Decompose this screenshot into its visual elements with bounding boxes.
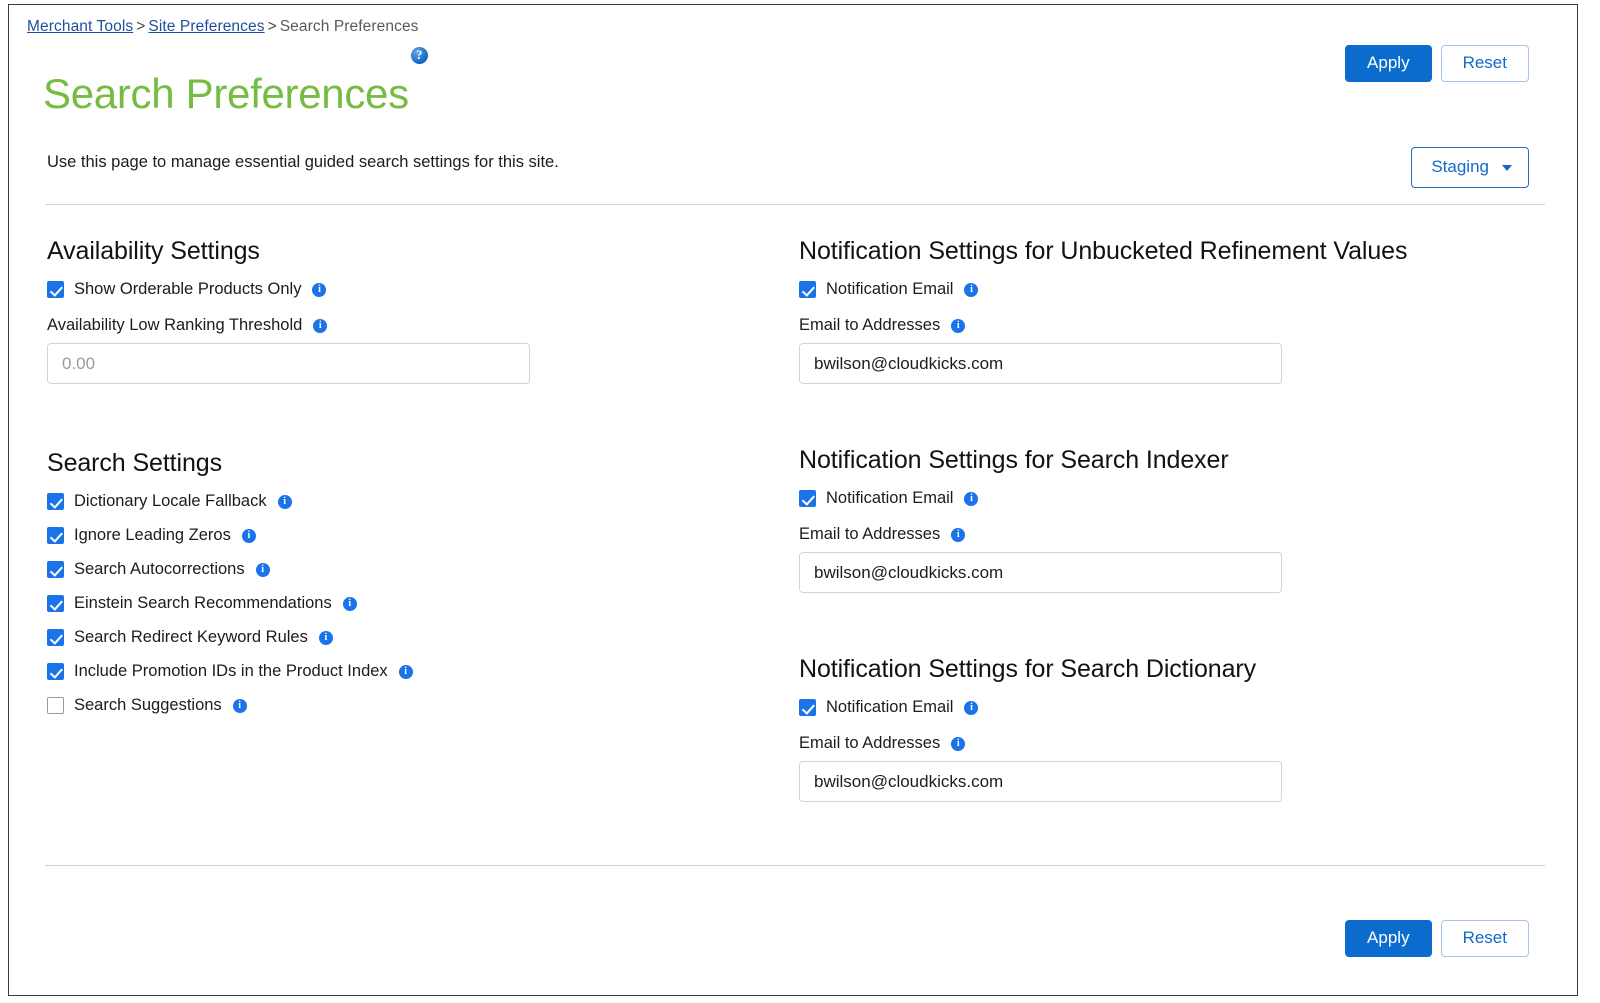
notification-email-dictionary-checkbox[interactable] <box>799 699 816 716</box>
email-addresses-indexer-label-row: Email to Addresses i <box>799 525 1519 544</box>
dictionary-locale-fallback-row[interactable]: Dictionary Locale Fallback i <box>47 491 747 512</box>
info-icon[interactable]: i <box>964 282 979 297</box>
right-column: Notification Settings for Unbucketed Ref… <box>799 237 1519 802</box>
notification-email-dictionary-label: Notification Email <box>826 698 954 716</box>
notification-dictionary-section: Notification Settings for Search Diction… <box>799 655 1519 802</box>
notification-indexer-title: Notification Settings for Search Indexer <box>799 446 1229 474</box>
search-suggestions-checkbox[interactable] <box>47 697 64 714</box>
info-icon[interactable]: i <box>241 528 256 543</box>
email-addresses-dictionary-label: Email to Addresses <box>799 734 941 752</box>
info-icon[interactable]: i <box>951 736 966 751</box>
info-icon[interactable]: i <box>964 491 979 506</box>
notification-email-indexer-row[interactable]: Notification Email i <box>799 488 1519 509</box>
notification-email-dictionary-row[interactable]: Notification Email i <box>799 697 1519 718</box>
email-addresses-dictionary-label-row: Email to Addresses i <box>799 734 1519 753</box>
search-redirect-keyword-rules-checkbox[interactable] <box>47 629 64 646</box>
info-icon[interactable]: i <box>277 494 292 509</box>
left-column: Availability Settings Show Orderable Pro… <box>47 237 747 729</box>
search-autocorrections-row[interactable]: Search Autocorrections i <box>47 559 747 580</box>
availability-threshold-input[interactable] <box>47 343 530 384</box>
breadcrumb-separator-1: > <box>136 18 146 35</box>
availability-threshold-label: Availability Low Ranking Threshold <box>47 316 303 334</box>
search-suggestions-label: Search Suggestions <box>74 696 222 714</box>
availability-settings-title: Availability Settings <box>47 237 260 265</box>
ignore-leading-zeros-row[interactable]: Ignore Leading Zeros i <box>47 525 747 546</box>
email-addresses-unbucketed-label: Email to Addresses <box>799 316 941 334</box>
header-actions: Apply Reset <box>1345 45 1529 82</box>
info-icon[interactable]: i <box>318 630 333 645</box>
search-redirect-keyword-rules-label: Search Redirect Keyword Rules <box>74 628 308 646</box>
email-addresses-indexer-input[interactable] <box>799 552 1282 593</box>
chevron-down-icon <box>1502 165 1512 171</box>
ignore-leading-zeros-label: Ignore Leading Zeros <box>74 526 231 544</box>
info-icon[interactable]: i <box>342 596 357 611</box>
notification-unbucketed-section: Notification Settings for Unbucketed Ref… <box>799 237 1519 384</box>
info-icon[interactable]: i <box>398 664 413 679</box>
einstein-search-recommendations-row[interactable]: Einstein Search Recommendations i <box>47 593 747 614</box>
bottom-divider <box>45 865 1545 866</box>
breadcrumb-separator-2: > <box>267 18 277 35</box>
search-redirect-keyword-rules-row[interactable]: Search Redirect Keyword Rules i <box>47 627 747 648</box>
notification-indexer-section: Notification Settings for Search Indexer… <box>799 446 1519 593</box>
include-promotion-ids-checkbox[interactable] <box>47 663 64 680</box>
notification-email-unbucketed-row[interactable]: Notification Email i <box>799 279 1519 300</box>
page-title: Search Preferences <box>43 70 409 118</box>
apply-button-bottom[interactable]: Apply <box>1345 920 1432 957</box>
info-icon[interactable]: i <box>951 527 966 542</box>
notification-dictionary-title: Notification Settings for Search Diction… <box>799 655 1257 683</box>
info-icon[interactable]: i <box>255 562 270 577</box>
show-orderable-products-row[interactable]: Show Orderable Products Only i <box>47 279 747 300</box>
einstein-search-recommendations-checkbox[interactable] <box>47 595 64 612</box>
breadcrumb-link-site-preferences[interactable]: Site Preferences <box>148 18 264 35</box>
dictionary-locale-fallback-checkbox[interactable] <box>47 493 64 510</box>
notification-unbucketed-title: Notification Settings for Unbucketed Ref… <box>799 237 1408 265</box>
einstein-search-recommendations-label: Einstein Search Recommendations <box>74 594 332 612</box>
search-settings-section: Search Settings Dictionary Locale Fallba… <box>47 449 747 716</box>
reset-button-top[interactable]: Reset <box>1440 45 1529 82</box>
environment-dropdown-label: Staging <box>1431 157 1489 176</box>
notification-email-unbucketed-checkbox[interactable] <box>799 281 816 298</box>
ignore-leading-zeros-checkbox[interactable] <box>47 527 64 544</box>
search-autocorrections-checkbox[interactable] <box>47 561 64 578</box>
info-icon[interactable]: i <box>232 698 247 713</box>
include-promotion-ids-row[interactable]: Include Promotion IDs in the Product Ind… <box>47 661 747 682</box>
info-icon[interactable]: i <box>964 700 979 715</box>
availability-threshold-label-row: Availability Low Ranking Threshold i <box>47 316 747 335</box>
footer-actions: Apply Reset <box>1345 920 1529 957</box>
breadcrumb-link-merchant-tools[interactable]: Merchant Tools <box>27 18 133 35</box>
info-icon[interactable]: i <box>313 318 328 333</box>
breadcrumb: Merchant Tools > Site Preferences > Search P… <box>27 18 419 36</box>
notification-email-indexer-label: Notification Email <box>826 489 954 507</box>
environment-dropdown[interactable]: Staging <box>1411 147 1529 188</box>
info-icon[interactable]: i <box>951 318 966 333</box>
email-addresses-dictionary-input[interactable] <box>799 761 1282 802</box>
notification-email-unbucketed-label: Notification Email <box>826 280 954 298</box>
search-autocorrections-label: Search Autocorrections <box>74 560 245 578</box>
search-suggestions-row[interactable]: Search Suggestions i <box>47 695 747 716</box>
include-promotion-ids-label: Include Promotion IDs in the Product Ind… <box>74 662 388 680</box>
apply-button-top[interactable]: Apply <box>1345 45 1432 82</box>
notification-email-indexer-checkbox[interactable] <box>799 490 816 507</box>
email-addresses-unbucketed-input[interactable] <box>799 343 1282 384</box>
show-orderable-products-checkbox[interactable] <box>47 281 64 298</box>
info-icon[interactable]: i <box>312 282 327 297</box>
availability-settings-section: Availability Settings Show Orderable Pro… <box>47 237 747 384</box>
email-addresses-unbucketed-label-row: Email to Addresses i <box>799 316 1519 335</box>
page-description: Use this page to manage essential guided… <box>47 153 559 171</box>
show-orderable-products-label: Show Orderable Products Only <box>74 280 302 298</box>
top-divider <box>45 204 1545 205</box>
page-title-group: Search Preferences ? <box>43 43 428 145</box>
page-frame: Merchant Tools > Site Preferences > Search P… <box>8 4 1578 996</box>
help-circle-icon[interactable]: ? <box>410 47 428 64</box>
breadcrumb-current: Search Preferences <box>279 18 419 35</box>
dictionary-locale-fallback-label: Dictionary Locale Fallback <box>74 492 267 510</box>
search-settings-title: Search Settings <box>47 449 222 477</box>
reset-button-bottom[interactable]: Reset <box>1440 920 1529 957</box>
email-addresses-indexer-label: Email to Addresses <box>799 525 941 543</box>
